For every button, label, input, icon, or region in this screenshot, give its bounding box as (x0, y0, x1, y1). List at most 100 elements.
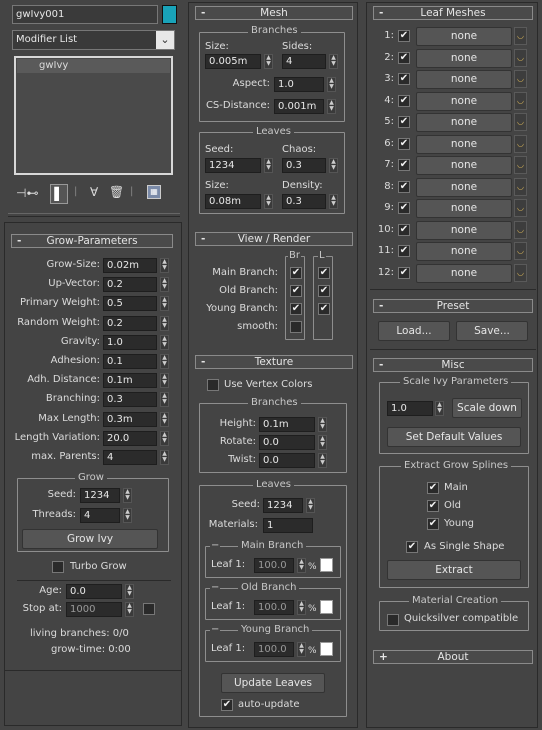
leaf-mesh-pick-button[interactable]: none (416, 177, 512, 197)
leaf-mesh-picker-icon[interactable]: ◡ (514, 48, 527, 67)
leaf-mesh-checkbox[interactable]: ✔ (398, 202, 410, 214)
leaf-mesh-pick-button[interactable]: none (416, 199, 512, 218)
leaf-size-field[interactable]: 0.08m (205, 194, 261, 209)
leaf-color-swatch[interactable] (320, 600, 333, 614)
scale-factor-field[interactable]: 1.0 (387, 401, 433, 416)
leaf-mesh-pick-button[interactable]: none (416, 113, 512, 132)
tex-height-field[interactable]: 0.1m (259, 417, 315, 432)
tex-rotate-spinner[interactable]: ▲ ▼ (318, 435, 327, 450)
leaf-mesh-picker-icon[interactable]: ◡ (514, 177, 527, 196)
tex-seed-field[interactable]: 1234 (263, 498, 303, 513)
tex-rotate-field[interactable]: 0.0 (259, 435, 315, 450)
leaf-mesh-picker-icon[interactable]: ◡ (514, 242, 527, 260)
modifier-list-dropdown[interactable]: Modifier List (12, 30, 175, 50)
texture-rollout-header[interactable]: - Texture (195, 355, 353, 369)
materials-field[interactable]: 1 (263, 518, 313, 533)
branch-size-field[interactable]: 0.005m (205, 54, 261, 69)
branch-visible-checkbox[interactable]: ✔ (290, 303, 302, 315)
object-name-field[interactable]: gwIvy001 (12, 5, 158, 24)
leaf-mesh-pick-button[interactable]: none (416, 48, 512, 68)
leaf-color-swatch[interactable] (320, 642, 333, 656)
scale-down-button[interactable]: Scale down (452, 398, 522, 418)
leaf-mesh-checkbox[interactable]: ✔ (398, 159, 410, 171)
branch-visible-checkbox[interactable]: ✔ (290, 285, 302, 297)
leaf-percent-field[interactable]: 100.0 (254, 558, 294, 573)
leaf-mesh-picker-icon[interactable]: ◡ (514, 27, 527, 45)
smooth-checkbox[interactable] (290, 321, 302, 333)
leaf-mesh-checkbox[interactable]: ✔ (398, 30, 410, 42)
leaf-seed-field[interactable]: 1234 (205, 158, 261, 173)
leaf-percent-field[interactable]: 100.0 (254, 642, 294, 657)
cs-distance-field[interactable]: 0.001m (274, 99, 324, 114)
cs-distance-spinner[interactable]: ▲ ▼ (327, 99, 336, 114)
leaf-visible-checkbox[interactable]: ✔ (318, 267, 330, 279)
leaf-meshes-rollout-header[interactable]: - Leaf Meshes (373, 6, 533, 20)
leaf-percent-spinner[interactable]: ▲ ▼ (297, 558, 306, 573)
make-unique-icon[interactable]: ∀ (90, 185, 98, 199)
branch-visible-checkbox[interactable]: ✔ (290, 267, 302, 279)
leaf-mesh-pick-button[interactable]: none (416, 91, 512, 111)
leaf-mesh-picker-icon[interactable]: ◡ (514, 91, 527, 110)
single-shape-checkbox[interactable]: ✔ (406, 541, 418, 553)
leaf-mesh-checkbox[interactable]: ✔ (398, 116, 410, 128)
set-default-values-button[interactable]: Set Default Values (387, 427, 521, 447)
leaf-mesh-pick-button[interactable]: none (416, 242, 512, 261)
tex-twist-field[interactable]: 0.0 (259, 453, 315, 468)
leaf-mesh-picker-icon[interactable]: ◡ (514, 134, 527, 153)
extract-young-checkbox[interactable]: ✔ (427, 518, 439, 530)
extract-button[interactable]: Extract (387, 560, 521, 580)
scale-factor-spinner[interactable]: ▲ ▼ (435, 401, 444, 416)
density-spinner[interactable]: ▲ ▼ (329, 194, 338, 209)
sides-spinner[interactable]: ▲ ▼ (329, 54, 338, 69)
leaf-mesh-checkbox[interactable]: ✔ (398, 73, 410, 85)
leaf-mesh-checkbox[interactable]: ✔ (398, 180, 410, 193)
leaf-mesh-pick-button[interactable]: none (416, 70, 512, 89)
leaf-mesh-picker-icon[interactable]: ◡ (514, 220, 527, 239)
branch-size-spinner[interactable]: ▲ ▼ (264, 54, 273, 69)
modifier-stack-item[interactable]: gwIvy (17, 59, 170, 73)
aspect-spinner[interactable]: ▲ ▼ (327, 77, 336, 92)
tex-seed-spinner[interactable]: ▲ ▼ (306, 498, 315, 513)
group-collapse-icon[interactable]: − (210, 582, 221, 594)
leaf-mesh-picker-icon[interactable]: ◡ (514, 156, 527, 174)
leaf-mesh-picker-icon[interactable]: ◡ (514, 199, 527, 217)
leaf-percent-field[interactable]: 100.0 (254, 600, 294, 615)
configure-modifier-sets-icon[interactable]: ▦ (147, 185, 161, 199)
extract-old-checkbox[interactable]: ✔ (427, 500, 439, 512)
leaf-mesh-checkbox[interactable]: ✔ (398, 94, 410, 107)
preset-rollout-header[interactable]: - Preset (373, 299, 533, 313)
leaf-mesh-checkbox[interactable]: ✔ (398, 223, 410, 236)
leaf-mesh-checkbox[interactable]: ✔ (398, 266, 410, 279)
leaf-mesh-checkbox[interactable]: ✔ (398, 137, 410, 150)
pin-stack-icon[interactable]: ⊣⊷ (16, 186, 38, 200)
leaf-mesh-pick-button[interactable]: none (416, 27, 512, 46)
leaf-mesh-pick-button[interactable]: none (416, 134, 512, 154)
extract-main-checkbox[interactable]: ✔ (427, 482, 439, 494)
object-color-swatch[interactable] (162, 5, 177, 24)
leaf-mesh-pick-button[interactable]: none (416, 220, 512, 240)
leaf-percent-spinner[interactable]: ▲ ▼ (297, 600, 306, 615)
leaf-mesh-picker-icon[interactable]: ◡ (514, 70, 527, 88)
leaf-seed-spinner[interactable]: ▲ ▼ (264, 158, 273, 173)
leaf-visible-checkbox[interactable]: ✔ (318, 285, 330, 297)
update-leaves-button[interactable]: Update Leaves (221, 673, 325, 693)
leaf-visible-checkbox[interactable]: ✔ (318, 303, 330, 315)
chaos-field[interactable]: 0.3 (282, 158, 326, 173)
view-render-rollout-header[interactable]: - View / Render (195, 232, 353, 246)
auto-update-checkbox[interactable]: ✔ (221, 699, 233, 711)
tex-height-spinner[interactable]: ▲ ▼ (318, 417, 327, 432)
remove-modifier-icon[interactable]: 🗑 (109, 185, 124, 199)
leaf-mesh-pick-button[interactable]: none (416, 263, 512, 283)
leaf-mesh-checkbox[interactable]: ✔ (398, 245, 410, 257)
misc-rollout-header[interactable]: - Misc (373, 358, 533, 372)
chaos-spinner[interactable]: ▲ ▼ (329, 158, 338, 173)
show-end-result-icon[interactable]: ▌ (50, 184, 68, 204)
leaf-mesh-checkbox[interactable]: ✔ (398, 51, 410, 64)
use-vertex-colors-checkbox[interactable] (207, 379, 219, 391)
aspect-field[interactable]: 1.0 (274, 77, 324, 92)
save-preset-button[interactable]: Save... (456, 321, 528, 341)
tex-twist-spinner[interactable]: ▲ ▼ (318, 453, 327, 468)
leaf-percent-spinner[interactable]: ▲ ▼ (297, 642, 306, 657)
quicksilver-checkbox[interactable] (387, 614, 399, 626)
about-rollout-header[interactable]: + About (373, 650, 533, 664)
